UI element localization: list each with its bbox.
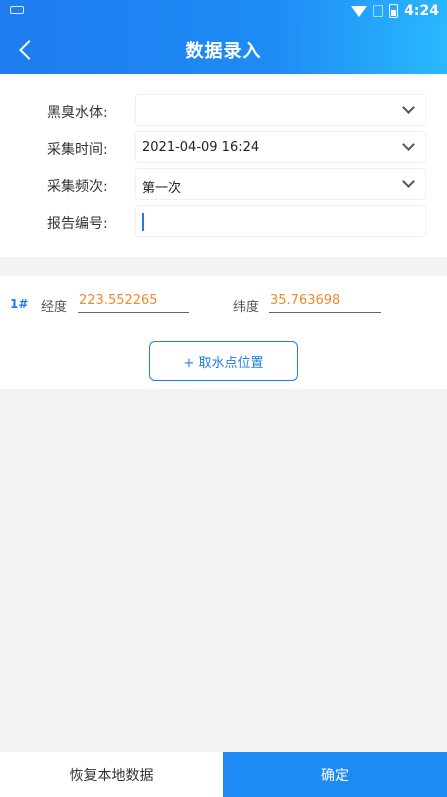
confirm-button[interactable]: 确定 xyxy=(223,752,447,797)
status-bar: 4:24 xyxy=(0,0,447,24)
water-body-select[interactable] xyxy=(135,94,426,126)
data-entry-form: 黑臭水体: 采集时间: 2021-04-09 16:24 采集频次: 第一次 报… xyxy=(0,74,447,257)
row-water-body: 黑臭水体: xyxy=(0,94,447,126)
latitude-label: 纬度 xyxy=(233,300,260,315)
status-icons: 4:24 xyxy=(351,3,439,19)
water-body-label: 黑臭水体: xyxy=(47,105,108,121)
latitude-field[interactable]: 35.763698 xyxy=(269,293,381,313)
chevron-down-icon xyxy=(402,138,415,151)
app-header: 数据录入 xyxy=(0,24,447,74)
wifi-icon xyxy=(351,5,368,17)
footer-actions: 恢复本地数据 确定 xyxy=(0,752,447,797)
longitude-label: 经度 xyxy=(41,300,68,315)
collect-frequency-value: 第一次 xyxy=(142,181,182,196)
collect-time-select[interactable]: 2021-04-09 16:24 xyxy=(135,131,426,163)
status-time: 4:24 xyxy=(404,3,439,19)
no-sim-icon xyxy=(373,5,384,17)
row-report-number: 报告编号: xyxy=(0,205,447,237)
row-collect-frequency: 采集频次: 第一次 xyxy=(0,168,447,200)
restore-local-data-button[interactable]: 恢复本地数据 xyxy=(0,752,223,797)
coordinates-section: 1# 经度 223.552265 纬度 35.763698 + 取水点位置 xyxy=(0,276,447,389)
notification-icon xyxy=(10,6,24,14)
report-number-label: 报告编号: xyxy=(47,216,108,232)
page-title: 数据录入 xyxy=(185,41,262,62)
report-number-input[interactable] xyxy=(135,205,426,237)
chevron-down-icon xyxy=(402,175,415,188)
collect-time-value: 2021-04-09 16:24 xyxy=(142,140,260,155)
collect-frequency-select[interactable]: 第一次 xyxy=(135,168,426,200)
collect-time-label: 采集时间: xyxy=(47,142,108,158)
longitude-field[interactable]: 223.552265 xyxy=(78,293,189,313)
battery-icon xyxy=(389,4,399,18)
row-collect-time: 采集时间: 2021-04-09 16:24 xyxy=(0,131,447,163)
get-water-point-button[interactable]: + 取水点位置 xyxy=(149,341,298,381)
section-divider xyxy=(0,257,447,276)
chevron-down-icon xyxy=(402,101,415,114)
point-index: 1# xyxy=(10,297,29,311)
collect-frequency-label: 采集频次: xyxy=(47,179,108,195)
text-cursor xyxy=(142,213,144,231)
